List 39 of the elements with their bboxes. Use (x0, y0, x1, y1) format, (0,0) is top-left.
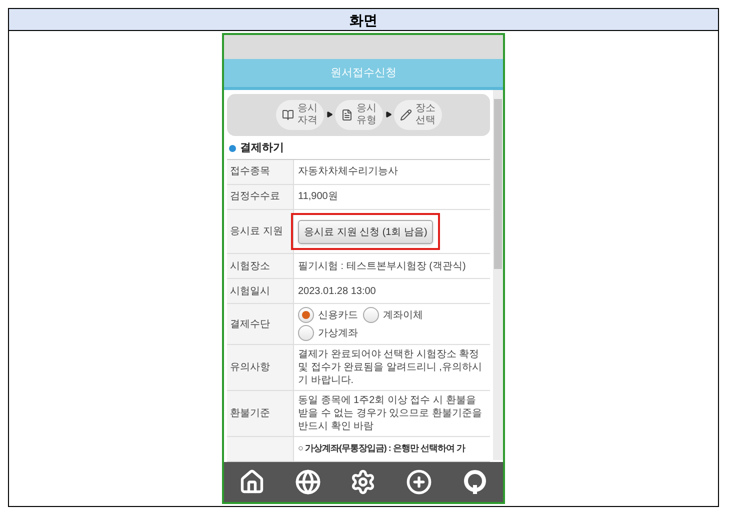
row-label: 접수종목 (227, 160, 294, 184)
row-label: 결제수단 (227, 304, 294, 344)
book-icon (282, 108, 294, 121)
row-label: 응시료 지원 (227, 210, 294, 253)
arrow-icon (384, 111, 392, 118)
row-label: 시험일시 (227, 279, 294, 303)
row-label: 시험장소 (227, 254, 294, 278)
note-text: ○ 가상계좌(무통장입금) : 은행만 선택하여 가 (298, 442, 465, 456)
fee-support-button[interactable]: 응시료 지원 신청 (1회 남음) (298, 220, 434, 244)
step-pill[interactable]: 응시 자격 (276, 100, 324, 130)
step-pill[interactable]: 응시 유형 (334, 100, 382, 130)
step-pill[interactable]: 장소 선택 (394, 100, 442, 130)
field-value: 2023.01.28 13:00 (298, 284, 376, 298)
radio-option[interactable]: 가상계좌 (298, 325, 358, 341)
field-value: 결제가 완료되어야 선택한 시험장소 확정 및 접수가 완료됨을 알려드리니 ,유의하시기 바랍니다. (298, 348, 483, 387)
radio-button[interactable] (298, 307, 314, 323)
pencil-icon (400, 108, 412, 121)
page-heading: 화면 (9, 9, 718, 31)
field-value: 필기시험 : 테스트본부시험장 (객관식) (298, 260, 466, 272)
app-title: 원서접수신청 (224, 59, 503, 90)
row-label: 환불기준 (227, 391, 294, 436)
row-label: 유의사항 (227, 345, 294, 390)
field-value: 11,900원 (298, 190, 338, 203)
plus-icon[interactable] (406, 469, 432, 495)
ring-icon[interactable] (462, 469, 488, 495)
radio-option[interactable]: 계좌이체 (363, 307, 423, 323)
radio-button[interactable] (298, 325, 314, 341)
row-label: 검정수수료 (227, 184, 294, 208)
section-title: 결제하기 (240, 140, 284, 156)
globe-icon[interactable] (294, 469, 321, 495)
arrow-icon (326, 111, 332, 118)
field-value: 동일 종목에 1주2회 이상 접수 시 환불을 받을 수 없는 경우가 있으므로 환불기준을 반드시 확인 바람 (298, 394, 483, 433)
settings-icon[interactable] (350, 469, 376, 495)
radio-button[interactable] (363, 307, 379, 323)
field-value: 자동차차체수리기능사 (298, 165, 398, 178)
radio-option[interactable]: 신용카드 (298, 307, 358, 323)
bullet-icon (229, 144, 236, 152)
doc-icon (340, 108, 352, 121)
home-icon[interactable] (238, 469, 265, 495)
